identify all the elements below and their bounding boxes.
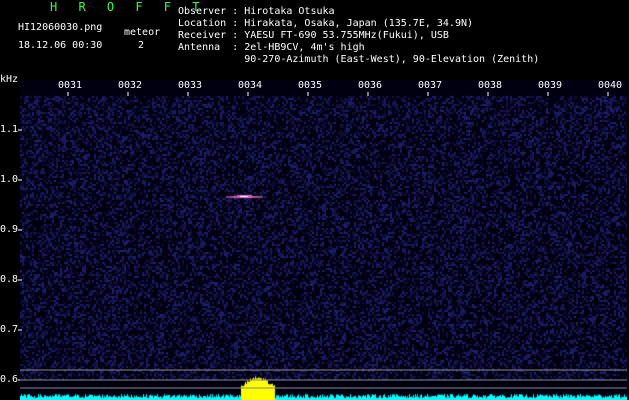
y-tick-label: 0.6 — [0, 374, 19, 385]
antenna-info: Antenna : 2el-HB9CV, 4m's high — [178, 42, 365, 53]
x-tick-label: 0034 — [238, 80, 263, 91]
x-tick-label: 0035 — [298, 80, 323, 91]
y-axis-unit: kHz — [0, 74, 19, 85]
location-info: Location : Hirakata, Osaka, Japan (135.7… — [178, 18, 474, 29]
meteor-label: meteor — [124, 27, 161, 38]
y-tick-label: 1.1 — [0, 124, 19, 135]
receiver-info: Receiver : YAESU FT-690 53.755MHz(Fukui)… — [178, 30, 449, 41]
x-tick-label: 0033 — [178, 80, 203, 91]
x-tick-label: 0032 — [118, 80, 143, 91]
spectrogram-canvas — [20, 80, 627, 400]
y-tick-label: 0.8 — [0, 274, 19, 285]
y-tick-label: 1.0 — [0, 174, 19, 185]
x-tick-label: 0036 — [358, 80, 383, 91]
meteor-count: 2 — [138, 40, 145, 51]
x-tick-label: 0037 — [418, 80, 443, 91]
x-tick-label: 0038 — [478, 80, 503, 91]
timestamp: 18.12.06 00:30 — [18, 40, 103, 51]
x-tick-label: 0031 — [58, 80, 83, 91]
y-tick-label: 0.9 — [0, 224, 19, 235]
y-tick-label: 0.7 — [0, 324, 19, 335]
x-tick-label: 0039 — [538, 80, 563, 91]
antenna-orientation-info: 90-270-Azimuth (East-West), 90-Elevation… — [178, 54, 540, 65]
filename: HI12060030.png — [18, 22, 103, 33]
observer-info: Observer : Hirotaka Otsuka — [178, 6, 335, 17]
x-tick-label: 0040 — [598, 80, 623, 91]
